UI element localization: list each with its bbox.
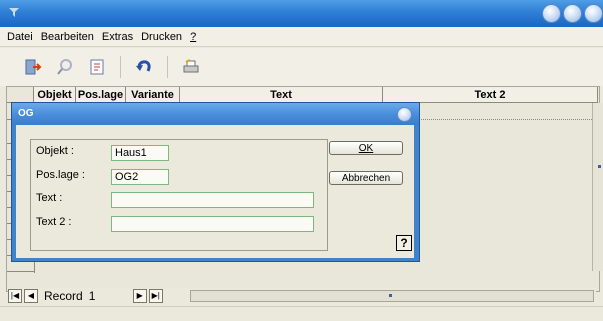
- og-dialog: OG Objekt : Haus1 Pos.lage : OG2 Text : …: [11, 102, 420, 262]
- vertical-scrollbar[interactable]: [592, 103, 603, 271]
- dialog-title-bar[interactable]: OG: [12, 103, 419, 125]
- help-icon: ?: [400, 236, 408, 250]
- next-record-button[interactable]: ▶: [132, 289, 147, 303]
- objekt-label: Objekt :: [36, 145, 74, 157]
- toolbar: [0, 48, 603, 86]
- horizontal-scrollbar[interactable]: [190, 290, 594, 302]
- window-title-bar: [0, 0, 603, 27]
- poslage-label: Pos.lage :: [36, 169, 85, 181]
- previous-record-button[interactable]: ◀: [24, 289, 38, 303]
- scroll-marker: [389, 294, 392, 297]
- menu-drucken[interactable]: Drucken: [137, 31, 186, 43]
- menu-bar: Datei Bearbeiten Extras Drucken ?: [0, 27, 603, 47]
- last-record-button[interactable]: ▶|: [148, 289, 163, 303]
- exit-button[interactable]: [22, 56, 44, 78]
- record-number-field[interactable]: 1: [89, 289, 133, 303]
- undo-button[interactable]: [133, 56, 155, 78]
- objekt-field[interactable]: Haus1: [111, 145, 169, 161]
- ok-button[interactable]: OK: [329, 141, 403, 155]
- text-field[interactable]: [111, 192, 314, 208]
- maximize-button[interactable]: [563, 4, 582, 23]
- window-controls: [542, 4, 603, 23]
- record-label: Record: [44, 289, 83, 303]
- menu-extras[interactable]: Extras: [98, 31, 137, 43]
- dialog-title: OG: [18, 108, 34, 119]
- toolbar-separator: [120, 56, 121, 78]
- minimize-button[interactable]: [542, 4, 561, 23]
- cancel-button-label: Abbrechen: [341, 173, 391, 184]
- search-icon: [57, 59, 72, 75]
- menu-bearbeiten[interactable]: Bearbeiten: [37, 31, 98, 43]
- column-header-objekt[interactable]: Objekt: [34, 87, 76, 103]
- ok-button-label: OK: [358, 143, 374, 154]
- print-button[interactable]: [180, 56, 202, 78]
- record-navigator: |◀ ◀ Record 1 ▶ ▶|: [8, 288, 596, 304]
- menu-datei[interactable]: Datei: [3, 31, 37, 43]
- text-label: Text :: [36, 192, 63, 204]
- app-icon: [9, 8, 19, 17]
- document-button[interactable]: [86, 56, 108, 78]
- exit-icon: [25, 59, 42, 75]
- row-divider: [7, 271, 34, 272]
- grid-header: Objekt Pos.lage Variante Text Text 2: [7, 87, 598, 103]
- toolbar-separator: [167, 56, 168, 78]
- first-record-button[interactable]: |◀: [8, 289, 22, 303]
- search-button[interactable]: [54, 56, 76, 78]
- undo-icon: [136, 60, 151, 72]
- dialog-close-button[interactable]: [397, 107, 412, 122]
- poslage-field[interactable]: OG2: [111, 169, 169, 185]
- close-button[interactable]: [584, 4, 603, 23]
- help-button[interactable]: ?: [396, 235, 412, 251]
- scroll-marker: [598, 165, 601, 168]
- cancel-button[interactable]: Abbrechen: [329, 171, 403, 185]
- column-header-variante[interactable]: Variante: [126, 87, 180, 103]
- column-header-text[interactable]: Text: [180, 87, 383, 103]
- document-icon: [90, 59, 104, 75]
- column-header-text2[interactable]: Text 2: [383, 87, 598, 103]
- menu-help[interactable]: ?: [186, 31, 200, 43]
- status-bar: [0, 306, 603, 321]
- column-header-poslage[interactable]: Pos.lage: [76, 87, 126, 103]
- text2-field[interactable]: [111, 216, 314, 232]
- printer-icon: [183, 59, 199, 73]
- row-selector-header: [7, 87, 34, 103]
- text2-label: Text 2 :: [36, 216, 72, 228]
- dialog-body: Objekt : Haus1 Pos.lage : OG2 Text : Tex…: [16, 125, 414, 258]
